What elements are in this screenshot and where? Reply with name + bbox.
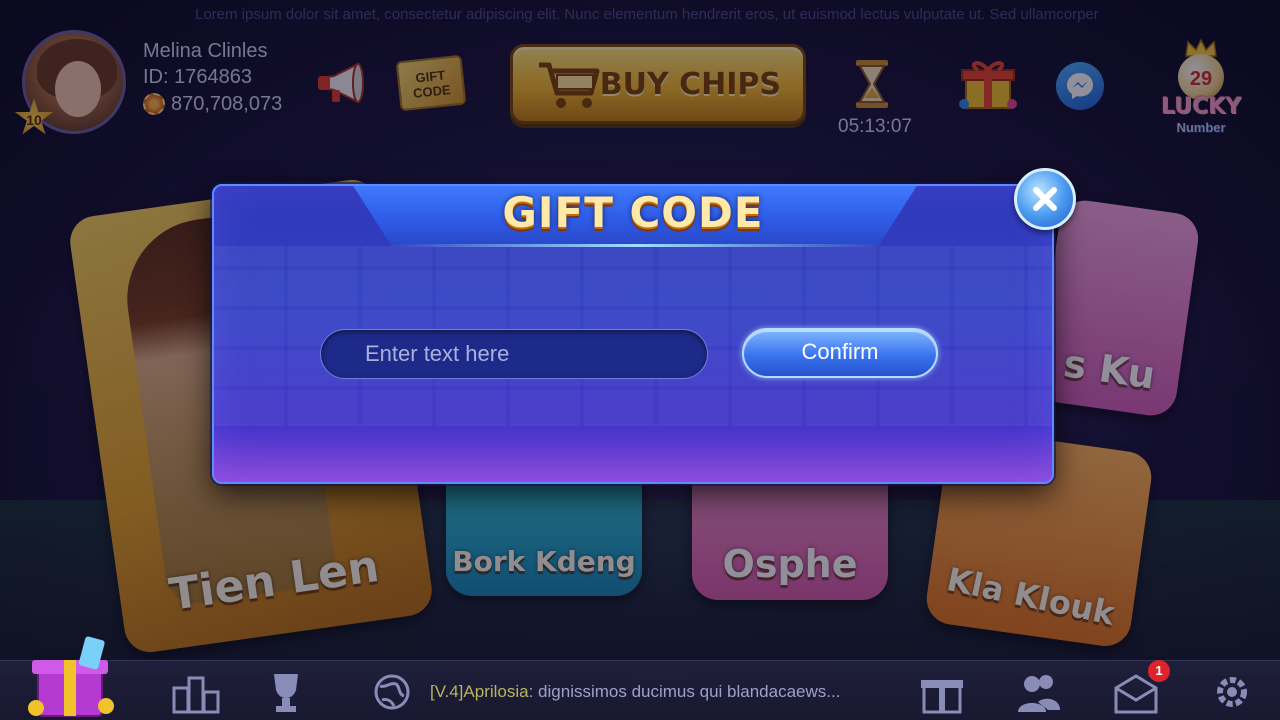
close-icon bbox=[1033, 187, 1057, 211]
mail-notification-badge: 1 bbox=[1148, 660, 1170, 682]
news-message: : dignissimos ducimus qui blandacaews... bbox=[528, 682, 841, 701]
globe-icon[interactable] bbox=[370, 670, 418, 714]
dialog-bottom-glow bbox=[214, 422, 1052, 482]
confirm-button[interactable]: Confirm bbox=[742, 328, 938, 378]
close-button[interactable] bbox=[1014, 168, 1076, 230]
gift-icon[interactable] bbox=[918, 670, 966, 714]
chat-news-ticker[interactable]: [V.4]Aprilosia: dignissimos ducimus qui … bbox=[430, 682, 840, 702]
dialog-header-underline bbox=[390, 244, 880, 247]
dialog-title: GIFT CODE bbox=[502, 188, 764, 237]
promo-gift-icon[interactable] bbox=[22, 632, 122, 720]
settings-gear-icon[interactable] bbox=[1208, 670, 1256, 714]
gift-code-input[interactable] bbox=[320, 329, 708, 379]
trophy-icon[interactable] bbox=[262, 670, 310, 714]
news-author: [V.4]Aprilosia bbox=[430, 682, 529, 701]
friends-icon[interactable] bbox=[1014, 670, 1062, 714]
leaderboard-icon[interactable] bbox=[172, 670, 220, 714]
